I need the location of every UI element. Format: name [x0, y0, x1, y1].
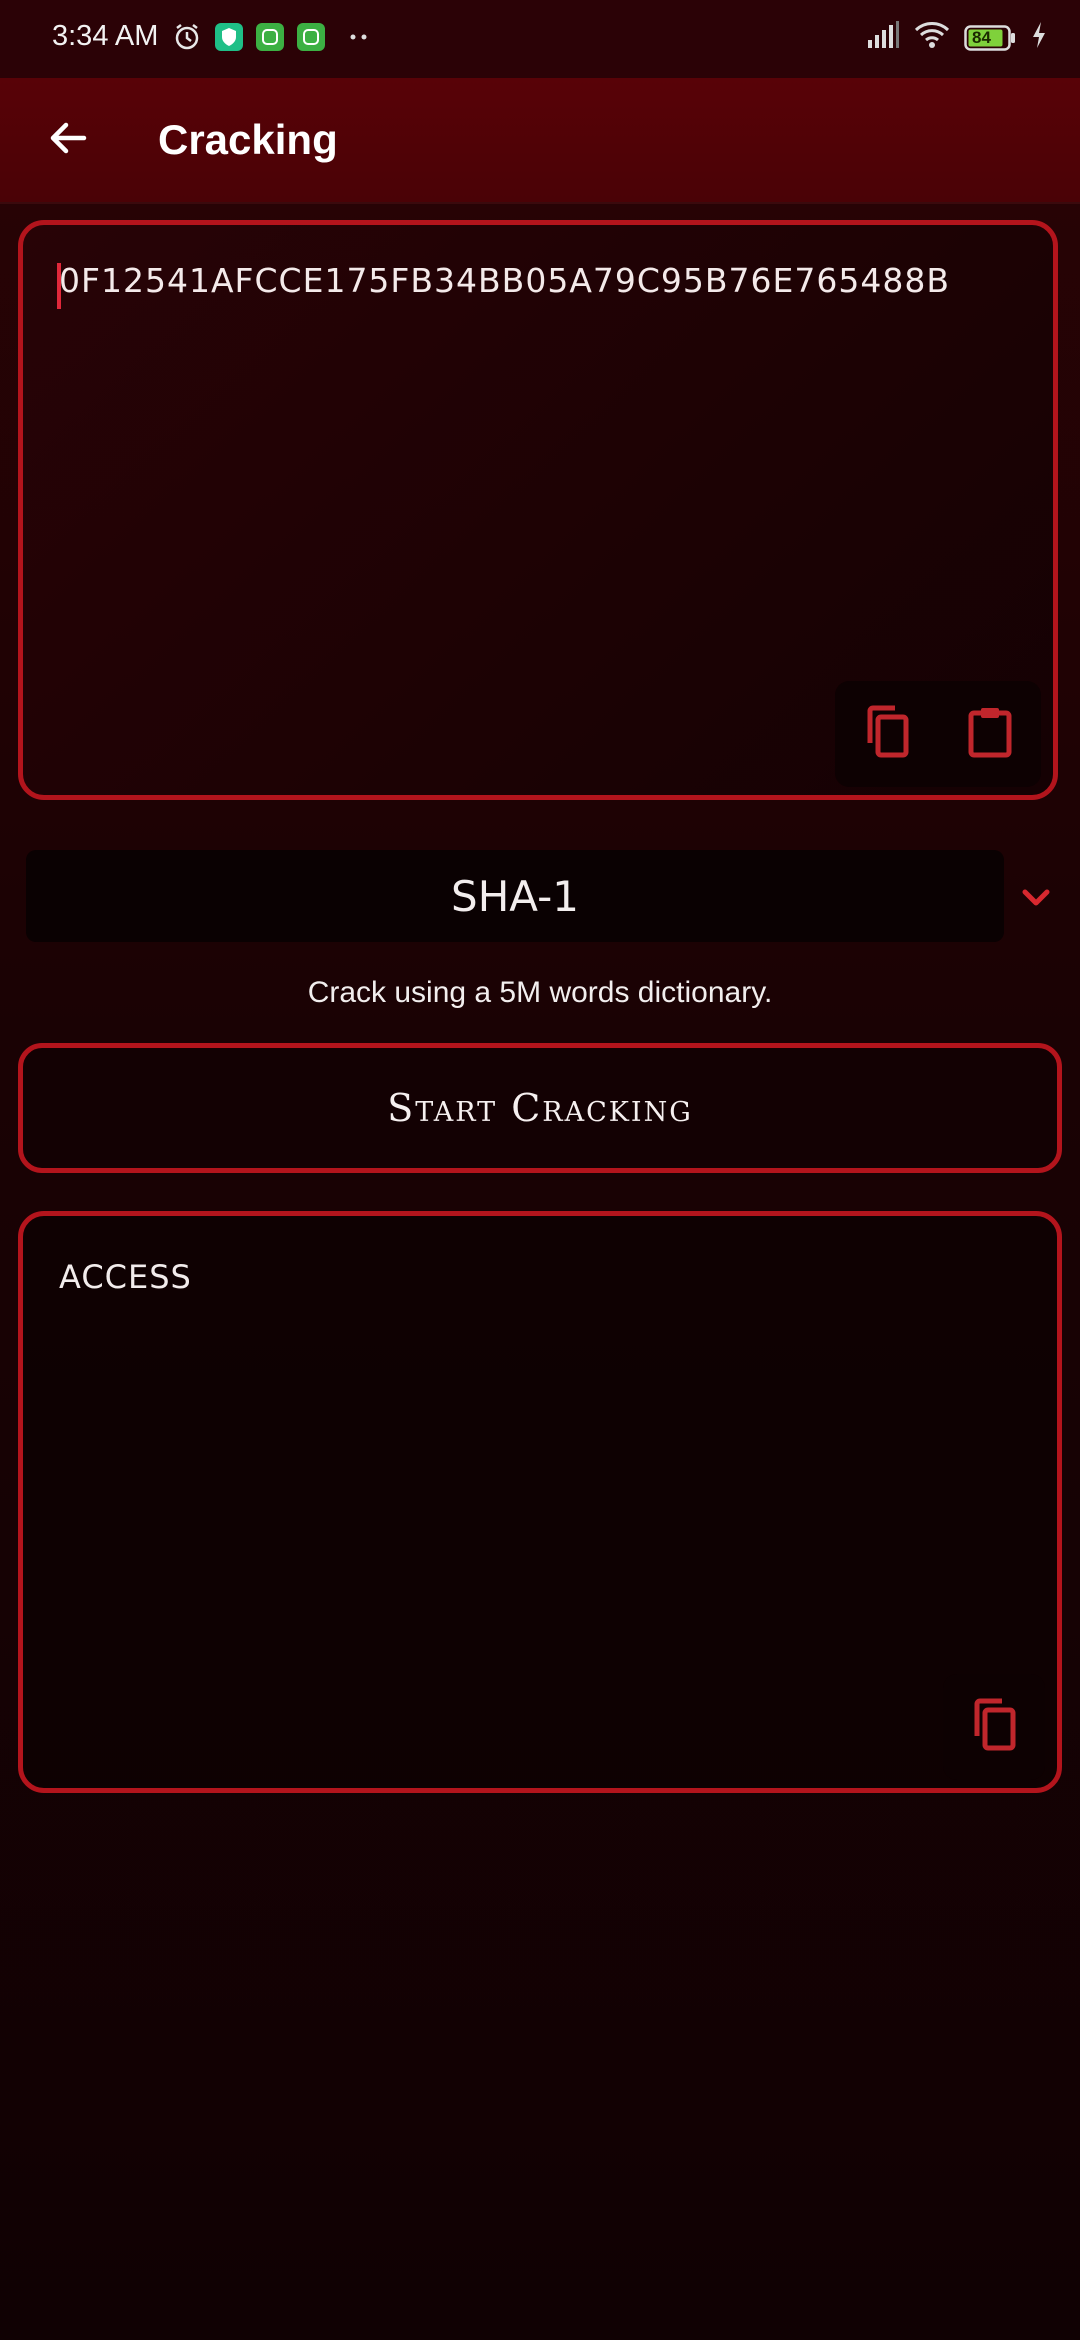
app-icon [296, 22, 326, 52]
shield-app-icon [214, 22, 244, 52]
copy-input-button[interactable] [847, 694, 927, 774]
result-field[interactable]: ACCESS [18, 1211, 1062, 1793]
method-description: Crack using a 5M words dictionary. [307, 976, 773, 1009]
algorithm-selected: SHA-1 [451, 871, 579, 921]
hash-input-field[interactable]: 0F12541AFCCE175FB34BB05A79C95B76E765488B [18, 220, 1058, 800]
battery-icon: 84 [964, 24, 1016, 52]
status-time: 3:34 AM [52, 20, 159, 52]
hash-input-value[interactable]: 0F12541AFCCE175FB34BB05A79C95B76E765488B [59, 261, 1017, 300]
paste-button[interactable] [950, 694, 1030, 774]
app-icon [255, 22, 285, 52]
wifi-icon [914, 20, 950, 55]
copy-icon [969, 1698, 1019, 1757]
copy-icon [862, 705, 912, 764]
signal-icon [866, 20, 900, 55]
clipboard-icon [967, 705, 1013, 764]
back-button[interactable] [28, 100, 108, 180]
start-cracking-label: Start Cracking [387, 1086, 693, 1130]
alarm-icon [172, 22, 202, 52]
arrow-left-icon [46, 116, 90, 165]
status-bar: 3:34 AM 84 [0, 0, 1080, 78]
page-title: Cracking [158, 116, 338, 163]
result-value: ACCESS [59, 1258, 192, 1296]
more-dots-icon [344, 22, 374, 52]
start-cracking-button[interactable]: Start Cracking [18, 1043, 1062, 1173]
chevron-down-icon[interactable] [1012, 873, 1060, 921]
app-bar: Cracking [0, 78, 1080, 204]
copy-result-button[interactable] [943, 1674, 1045, 1780]
algorithm-dropdown[interactable]: SHA-1 [26, 850, 1004, 942]
input-toolbar [835, 681, 1041, 787]
battery-level: 84 [972, 27, 991, 47]
charging-icon [1030, 20, 1048, 55]
